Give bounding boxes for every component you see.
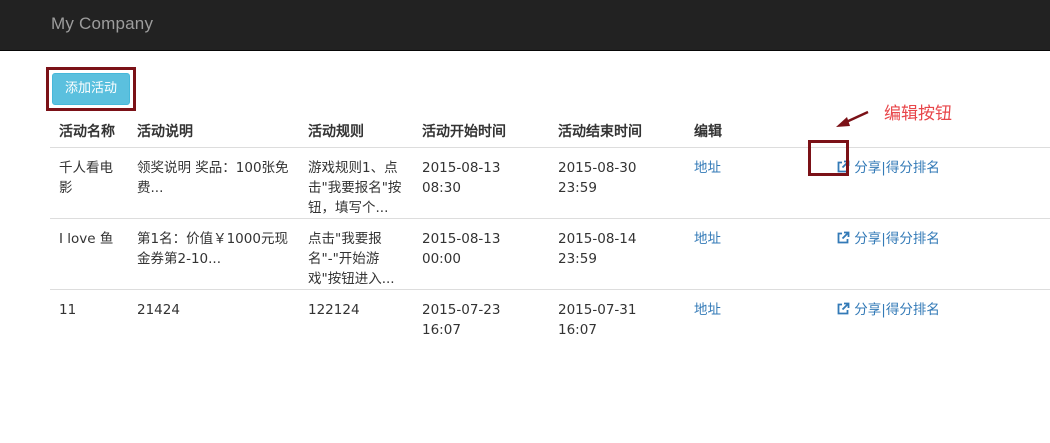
navbar: My Company <box>0 0 1050 51</box>
cell-end-time: 2015-07-31 16:07 <box>558 302 637 338</box>
add-activity-button[interactable]: 添加活动 <box>52 73 130 105</box>
external-link-icon[interactable] <box>836 160 850 174</box>
cell-name: 千人看电影 <box>50 147 128 219</box>
header-end-time: 活动结束时间 <box>549 105 685 148</box>
share-link[interactable]: 分享 <box>854 160 881 176</box>
cell-start-time: 2015-08-13 08:30 <box>413 147 549 219</box>
cell-start-time: 2015-07-23 16:07 <box>422 302 501 338</box>
rank-link[interactable]: 得分排名 <box>886 160 940 176</box>
cell-actions: 分享|得分排名 <box>820 147 1050 219</box>
cell-address: 地址 <box>685 290 820 357</box>
cell-end-time: 2015-08-30 23:59 <box>549 147 685 219</box>
address-link[interactable]: 地址 <box>694 160 721 176</box>
edit-button-annotation: 编辑按钮 <box>884 104 952 124</box>
external-link-icon[interactable] <box>836 302 850 316</box>
cell-rules: 122124 <box>308 302 360 318</box>
header-edit: 编辑 <box>685 105 820 148</box>
arrow-icon <box>836 110 869 127</box>
table-row: 11 21424 122124 2015-07-23 16:07 2015-07… <box>50 290 1050 357</box>
brand-link[interactable]: My Company <box>51 14 153 34</box>
address-link[interactable]: 地址 <box>694 231 721 247</box>
cell-rules: 游戏规则1、点击"我要报名"按钮，填写个... <box>299 147 413 219</box>
cell-actions: 分享|得分排名 <box>820 218 1050 290</box>
header-start-time: 活动开始时间 <box>413 105 549 148</box>
cell-start-time: 2015-08-13 00:00 <box>413 218 549 290</box>
share-link[interactable]: 分享 <box>854 302 881 318</box>
external-link-icon[interactable] <box>836 231 850 245</box>
header-name: 活动名称 <box>50 105 128 148</box>
cell-address: 地址 <box>685 218 820 290</box>
rank-link[interactable]: 得分排名 <box>886 231 940 247</box>
cell-description: 21424 <box>137 302 180 318</box>
activity-table: 活动名称 活动说明 活动规则 活动开始时间 活动结束时间 编辑 千人看电影 领奖… <box>50 105 1050 357</box>
header-rules: 活动规则 <box>299 105 413 148</box>
cell-description: 第1名：价值￥1000元现金券第2-10... <box>128 218 299 290</box>
cell-actions: 分享|得分排名 <box>820 290 1050 357</box>
address-link[interactable]: 地址 <box>694 302 721 318</box>
cell-name: 11 <box>59 302 77 318</box>
cell-name: I love 鱼 <box>50 218 128 290</box>
rank-link[interactable]: 得分排名 <box>886 302 940 318</box>
table-row: 千人看电影 领奖说明 奖品：100张免费... 游戏规则1、点击"我要报名"按钮… <box>50 147 1050 219</box>
table-row: I love 鱼 第1名：价值￥1000元现金券第2-10... 点击"我要报名… <box>50 218 1050 290</box>
cell-rules: 点击"我要报名"-"开始游戏"按钮进入... <box>299 218 413 290</box>
share-link[interactable]: 分享 <box>854 231 881 247</box>
cell-address: 地址 <box>685 147 820 219</box>
cell-end-time: 2015-08-14 23:59 <box>549 218 685 290</box>
header-description: 活动说明 <box>128 105 299 148</box>
cell-description: 领奖说明 奖品：100张免费... <box>128 147 299 219</box>
